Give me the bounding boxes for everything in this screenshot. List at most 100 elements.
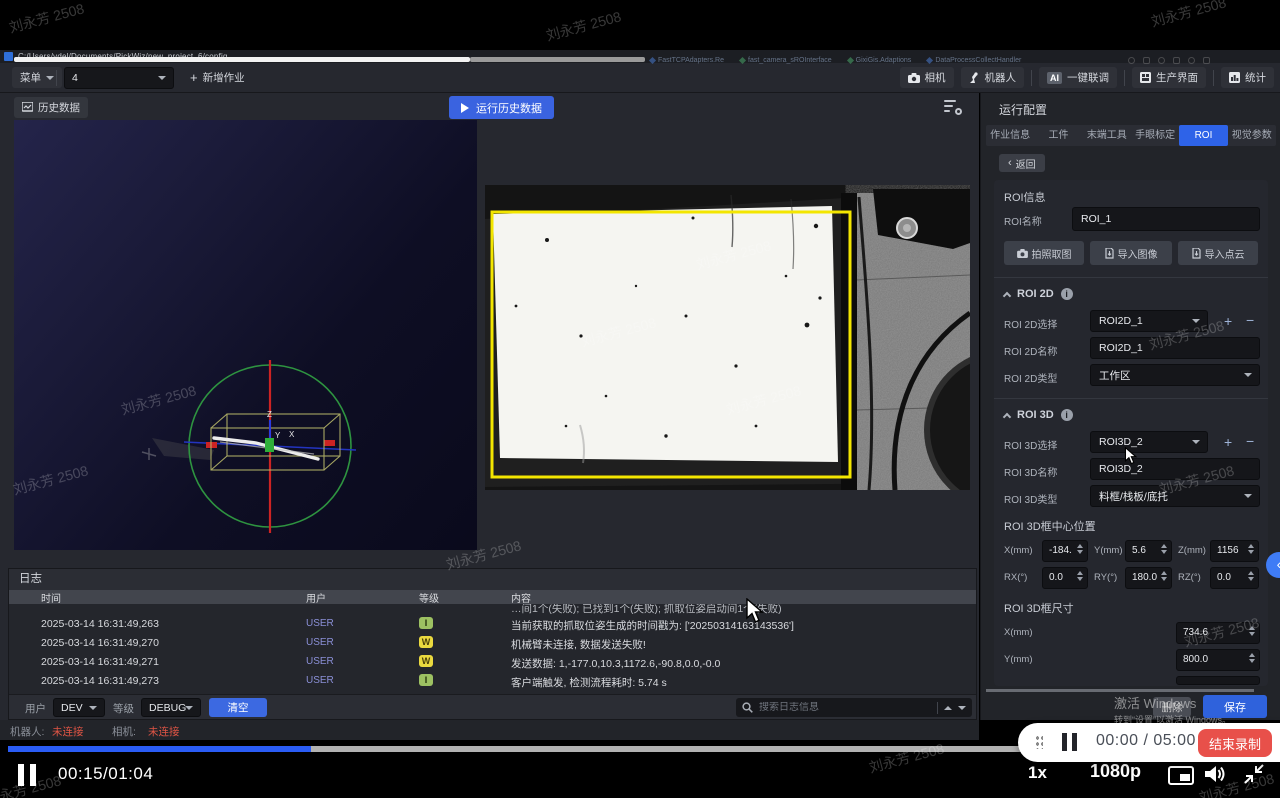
size-y-stepper[interactable]: 800.0 [1176, 649, 1260, 671]
exit-fullscreen-icon[interactable] [1244, 764, 1264, 784]
roi2d-remove-button[interactable]: − [1246, 313, 1254, 327]
camera-button[interactable]: 相机 [900, 67, 954, 88]
pip-icon[interactable] [1168, 766, 1194, 785]
production-view-button[interactable]: 生产界面 [1132, 67, 1206, 88]
loading-bar [14, 57, 470, 62]
roi-name-input[interactable]: ROI_1 [1072, 207, 1260, 231]
ai-icon: AI [1047, 72, 1062, 84]
log-col-content: 内容 [511, 590, 531, 605]
search-icon [742, 702, 753, 713]
roi2d-section-header[interactable]: ROI 2D i [1004, 288, 1073, 300]
job-select[interactable]: 4 [64, 67, 174, 89]
y-mm-stepper[interactable]: 5.6 [1125, 540, 1172, 562]
roi3d-type-label: ROI 3D类型 [1004, 491, 1057, 506]
camera-image[interactable] [485, 185, 970, 490]
log-filter-bar: 用户 DEV 等级 DEBUG 清空 [9, 694, 976, 719]
info-icon: i [1061, 288, 1073, 300]
info-icon: i [1061, 409, 1073, 421]
recorder-time: 00:00 / 05:00 [1096, 732, 1196, 750]
size-x-label: X(mm) [1004, 627, 1033, 638]
x-mm-stepper[interactable]: -184. [1042, 540, 1088, 562]
grid-icon [1140, 72, 1151, 83]
roi2d-select[interactable]: ROI2D_1 [1090, 310, 1208, 332]
rx-label: RX(°) [1004, 572, 1027, 583]
robot-button[interactable]: 机器人 [961, 67, 1025, 88]
ry-stepper[interactable]: 180.0 [1125, 567, 1172, 589]
log-row[interactable]: 2025-03-14 16:31:49,271USER W 发送数据: 1,-1… [9, 652, 976, 671]
chevron-left-icon: ‹ [1008, 157, 1012, 169]
capture-image-button[interactable]: 拍照取图 [1004, 241, 1084, 265]
main-area: 历史数据 运行历史数据 [0, 93, 979, 720]
log-row[interactable]: 2025-03-14 16:31:49,273USER I 客户端触发, 检测流… [9, 671, 976, 690]
run-config-panel: 运行配置 作业信息 工件 末端工具 手眼标定 ROI 视觉参数 ‹ 返回 ROI… [980, 93, 1280, 720]
tab-end-tool[interactable]: 末端工具 [1083, 125, 1131, 146]
log-filter-settings-icon[interactable] [944, 99, 962, 115]
import-pointcloud-button[interactable]: 导入点云 [1178, 241, 1258, 265]
menu-button[interactable]: 菜单 [12, 67, 62, 88]
search-prev-icon[interactable] [944, 706, 952, 710]
log-search-box[interactable] [736, 698, 972, 717]
loading-bar-track [470, 57, 645, 62]
stop-recording-button[interactable]: 结束录制 [1198, 729, 1272, 757]
ai-quick-debug-label: 一键联调 [1067, 70, 1109, 85]
run-history-button[interactable]: 运行历史数据 [449, 96, 554, 119]
log-level-badge: I [419, 617, 433, 629]
back-button[interactable]: ‹ 返回 [999, 154, 1045, 172]
roi2d-name-input[interactable]: ROI2D_1 [1090, 337, 1260, 359]
size-z-stepper-clipped[interactable] [1176, 676, 1260, 685]
save-button[interactable]: 保存 [1203, 695, 1267, 718]
roi3d-type-select[interactable]: 料框/栈板/底托 [1090, 485, 1260, 507]
tab-vision-params[interactable]: 视觉参数 [1228, 125, 1276, 146]
roi2d-add-button[interactable]: + [1224, 314, 1232, 328]
log-level-badge: W [419, 636, 433, 648]
rx-stepper[interactable]: 0.0 [1042, 567, 1088, 589]
panel-splitter[interactable] [986, 689, 1254, 692]
drag-handle-icon[interactable] [1035, 735, 1043, 749]
roi3d-add-button[interactable]: + [1224, 435, 1232, 449]
screen: C:/Users/vdel/Documents/PickWiz/new_proj… [0, 0, 1280, 798]
screen-recorder-pill: 00:00 / 05:00 结束录制 [1018, 723, 1280, 762]
clear-log-button[interactable]: 清空 [209, 698, 267, 717]
point-cloud-viewport[interactable]: Z Y X [14, 120, 477, 550]
player-pause-button[interactable] [18, 764, 42, 791]
separator [56, 70, 57, 86]
tab-workpiece[interactable]: 工件 [1034, 125, 1082, 146]
roi2d-type-select[interactable]: 工作区 [1090, 364, 1260, 386]
log-row-clipped[interactable]: …间1个(失败); 已找到1个(失败); 抓取位姿启动间1个(失败) [9, 604, 976, 614]
z-mm-stepper[interactable]: 1156 [1210, 540, 1259, 562]
production-view-label: 生产界面 [1156, 70, 1198, 85]
quality-button[interactable]: 1080p [1090, 761, 1141, 782]
tab-job-info[interactable]: 作业信息 [986, 125, 1034, 146]
log-search-input[interactable] [759, 702, 931, 713]
history-data-chip[interactable]: 历史数据 [14, 97, 88, 118]
rz-stepper[interactable]: 0.0 [1210, 567, 1259, 589]
x-mm-label: X(mm) [1004, 545, 1033, 556]
recorder-pause-button[interactable] [1062, 733, 1082, 756]
size-x-stepper[interactable]: 734.6 [1176, 622, 1260, 644]
search-next-icon[interactable] [958, 706, 966, 710]
menu-label: 菜单 [20, 70, 41, 85]
rz-label: RZ(°) [1178, 572, 1201, 583]
log-row[interactable]: 2025-03-14 16:31:49,270USER W 机械臂未连接, 数据… [9, 633, 976, 652]
history-data-label: 历史数据 [38, 100, 80, 115]
separator [1124, 70, 1125, 86]
volume-icon[interactable] [1205, 764, 1227, 784]
ai-quick-debug-button[interactable]: AI 一键联调 [1039, 67, 1117, 88]
tab-roi[interactable]: ROI [1179, 125, 1227, 146]
add-job-button[interactable]: + 新增作业 [182, 67, 253, 88]
roi3d-select[interactable]: ROI3D_2 [1090, 431, 1208, 453]
svg-text:Z: Z [267, 410, 272, 419]
tab-hand-eye-calib[interactable]: 手眼标定 [1131, 125, 1179, 146]
log-user-select[interactable]: DEV [53, 698, 105, 717]
background-toolbar-icons [1128, 57, 1210, 64]
import-image-button[interactable]: 导入图像 [1090, 241, 1172, 265]
statistics-button[interactable]: 统计 [1221, 67, 1274, 88]
size-y-label: Y(mm) [1004, 654, 1033, 665]
log-level-select[interactable]: DEBUG [141, 698, 201, 717]
roi3d-section-header[interactable]: ROI 3D i [1004, 409, 1073, 421]
log-row[interactable]: 2025-03-14 16:31:49,263USER I 当前获取的抓取位姿生… [9, 614, 976, 633]
playback-speed-button[interactable]: 1x [1028, 763, 1047, 783]
roi3d-remove-button[interactable]: − [1246, 434, 1254, 448]
chevron-down-icon [46, 76, 54, 80]
roi3d-name-input[interactable]: ROI3D_2 [1090, 458, 1260, 480]
